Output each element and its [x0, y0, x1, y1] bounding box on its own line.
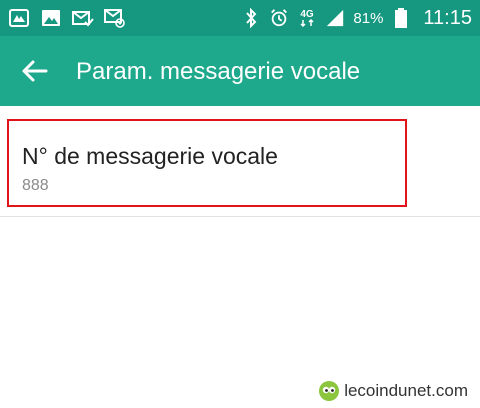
status-bar: 4G 81% 11:15	[0, 0, 480, 36]
email-at-icon	[104, 9, 125, 28]
setting-title: N° de messagerie vocale	[22, 143, 278, 169]
alarm-icon	[271, 9, 288, 27]
mail-check-icon	[72, 11, 94, 27]
bluetooth-icon	[246, 7, 257, 29]
voicemail-number-setting[interactable]: N° de messagerie vocale 888	[0, 106, 480, 217]
clock: 11:15	[423, 6, 472, 29]
image-icon	[42, 10, 60, 26]
notification-icons	[8, 7, 126, 29]
watermark-logo-icon	[319, 381, 340, 401]
gallery-app-icon	[9, 9, 29, 27]
svg-text:4G: 4G	[301, 9, 315, 20]
watermark: lecoindunet.com	[318, 380, 468, 402]
battery-percent: 81%	[353, 9, 384, 27]
battery-icon	[395, 8, 408, 28]
back-arrow-icon[interactable]	[20, 57, 50, 85]
app-bar: Param. messagerie vocale	[0, 36, 480, 106]
setting-value: 888	[22, 177, 49, 194]
signal-icon	[327, 9, 344, 27]
page-title: Param. messagerie vocale	[76, 58, 361, 85]
network-4g-icon: 4G	[301, 9, 315, 28]
watermark-text: lecoindunet.com	[344, 381, 468, 400]
system-status: 4G 81% 11:15	[241, 0, 472, 36]
